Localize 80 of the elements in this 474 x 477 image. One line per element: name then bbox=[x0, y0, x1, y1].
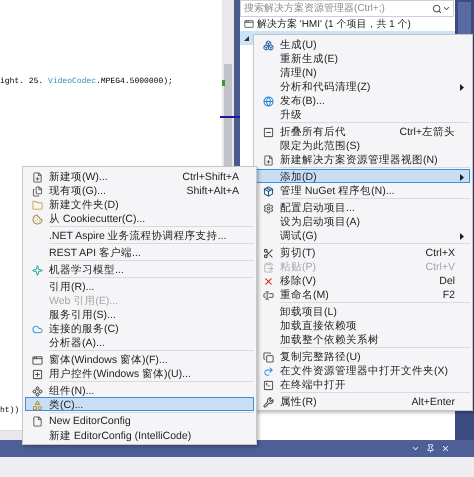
menu-item[interactable]: 新建解决方案资源管理器视图(N) bbox=[256, 152, 470, 166]
menu-item[interactable]: 分析和代码清理(Z) bbox=[256, 79, 470, 93]
menu-item[interactable]: 新建文件夹(D) bbox=[25, 197, 254, 211]
tree-item[interactable]: 解决方案 'HMI' (1 个项目，共 1 个) bbox=[240, 17, 455, 31]
submenu-arrow-icon bbox=[460, 174, 464, 180]
menu-item[interactable]: 服务引用(S)... bbox=[25, 307, 254, 321]
scissors-icon bbox=[263, 248, 274, 258]
menu-item[interactable]: 在文件资源管理器中打开文件夹(X) bbox=[256, 363, 470, 377]
boxes-icon bbox=[263, 40, 274, 50]
wrench-icon bbox=[263, 396, 274, 408]
file-icon bbox=[32, 416, 43, 426]
close-button[interactable] bbox=[441, 444, 450, 453]
menu-item[interactable]: 用户控件(Windows 窗体)(U)... bbox=[25, 366, 254, 380]
component-icon bbox=[32, 386, 43, 396]
menu-item[interactable]: 在终端中打开 bbox=[256, 377, 470, 391]
menu-item[interactable]: 折叠所有后代 Ctrl+左箭头 bbox=[256, 124, 470, 138]
sparkle-icon bbox=[32, 264, 43, 276]
file-plus-icon bbox=[32, 172, 43, 182]
settings-icon bbox=[263, 202, 274, 214]
dropdown-button[interactable] bbox=[411, 444, 420, 453]
remove-icon bbox=[263, 276, 274, 286]
terminal-icon bbox=[263, 380, 274, 390]
solution-icon bbox=[244, 19, 254, 29]
globe-icon bbox=[263, 96, 274, 106]
menu-item[interactable]: 设为启动项目(A) bbox=[256, 214, 470, 228]
arrow-icon bbox=[263, 366, 274, 376]
menu-item[interactable]: 卸载项目(L) bbox=[256, 304, 470, 318]
rename-icon bbox=[263, 290, 274, 300]
cloud-icon bbox=[32, 324, 43, 334]
menu-item[interactable]: 加载整个依赖关系树 bbox=[256, 332, 470, 346]
menu-item[interactable]: 重新生成(E) bbox=[256, 51, 470, 65]
menu-item[interactable]: New EditorConfig bbox=[25, 414, 254, 428]
menu-item[interactable]: 分析器(A)... bbox=[25, 335, 254, 349]
dropdown-icon bbox=[442, 4, 451, 13]
shapes-icon bbox=[32, 400, 43, 410]
menu-item[interactable]: 从 Cookiecutter(C)... bbox=[25, 211, 254, 225]
menu-item[interactable]: 配置启动项目... bbox=[256, 200, 470, 214]
search-field[interactable]: 搜索解决方案资源管理器(Ctrl+;) bbox=[240, 0, 454, 17]
folder-icon bbox=[32, 200, 43, 210]
menu-item[interactable]: 移除(V) Del bbox=[256, 273, 470, 287]
code-line: ht)) bbox=[0, 405, 20, 416]
menu-item[interactable]: 管理 NuGet 程序包(N)... bbox=[256, 183, 470, 197]
copy-icon bbox=[263, 352, 274, 362]
menu-item[interactable]: 新建 EditorConfig (IntelliCode) bbox=[25, 428, 254, 442]
menu-item[interactable]: 连接的服务(C) bbox=[25, 321, 254, 335]
menu-item[interactable]: 剪切(T) Ctrl+X bbox=[256, 245, 470, 259]
pin-button[interactable] bbox=[426, 444, 435, 453]
menu-item[interactable]: 调试(G) bbox=[256, 228, 470, 242]
menu-item[interactable]: 新建项(W)... Ctrl+Shift+A bbox=[25, 169, 254, 183]
menu-item[interactable]: 升级 bbox=[256, 107, 470, 121]
expand-icon bbox=[244, 36, 249, 40]
submenu-arrow-icon bbox=[460, 84, 464, 90]
cookie-icon bbox=[32, 214, 43, 224]
menu-item[interactable]: 窗体(Windows 窗体)(F)... bbox=[25, 352, 254, 366]
menu-item[interactable]: 现有项(G)... Shift+Alt+A bbox=[25, 183, 254, 197]
clipboard-icon bbox=[263, 262, 274, 272]
code-line: ight. 25. VideoCodec.MPEG4.5000000); bbox=[0, 76, 173, 87]
menu-item[interactable]: 添加(D) bbox=[256, 169, 470, 183]
plus-square-icon bbox=[32, 368, 43, 380]
collapse-icon bbox=[263, 126, 274, 138]
menu-item[interactable]: 清理(N) bbox=[256, 65, 470, 79]
menu-item[interactable]: 组件(N)... bbox=[25, 383, 254, 397]
menu-item[interactable]: 类(C)... bbox=[25, 397, 254, 411]
menu-item[interactable]: 限定为此范围(S) bbox=[256, 138, 470, 152]
window-icon bbox=[32, 354, 43, 366]
menu-item[interactable]: .NET Aspire 业务流程协调程序支持... bbox=[25, 228, 254, 242]
menu-item[interactable]: 加载直接依赖项 bbox=[256, 318, 470, 332]
menu-item[interactable]: 引用(R)... bbox=[25, 279, 254, 293]
menu-item[interactable]: 属性(R) Alt+Enter bbox=[256, 394, 470, 408]
search-icon bbox=[432, 4, 442, 14]
submenu-arrow-icon bbox=[460, 232, 464, 240]
new-view-icon bbox=[263, 154, 274, 166]
menu-item[interactable]: 重命名(M) F2 bbox=[256, 287, 470, 301]
menu-item[interactable]: 发布(B)... bbox=[256, 93, 470, 107]
menu-item[interactable]: REST API 客户端... bbox=[25, 245, 254, 259]
package-icon bbox=[263, 186, 274, 196]
files-icon bbox=[32, 186, 43, 196]
menu-item[interactable]: 机器学习模型... bbox=[25, 262, 254, 276]
menu-item[interactable]: 生成(U) bbox=[256, 37, 470, 51]
menu-item[interactable]: 复制完整路径(U) bbox=[256, 349, 470, 363]
